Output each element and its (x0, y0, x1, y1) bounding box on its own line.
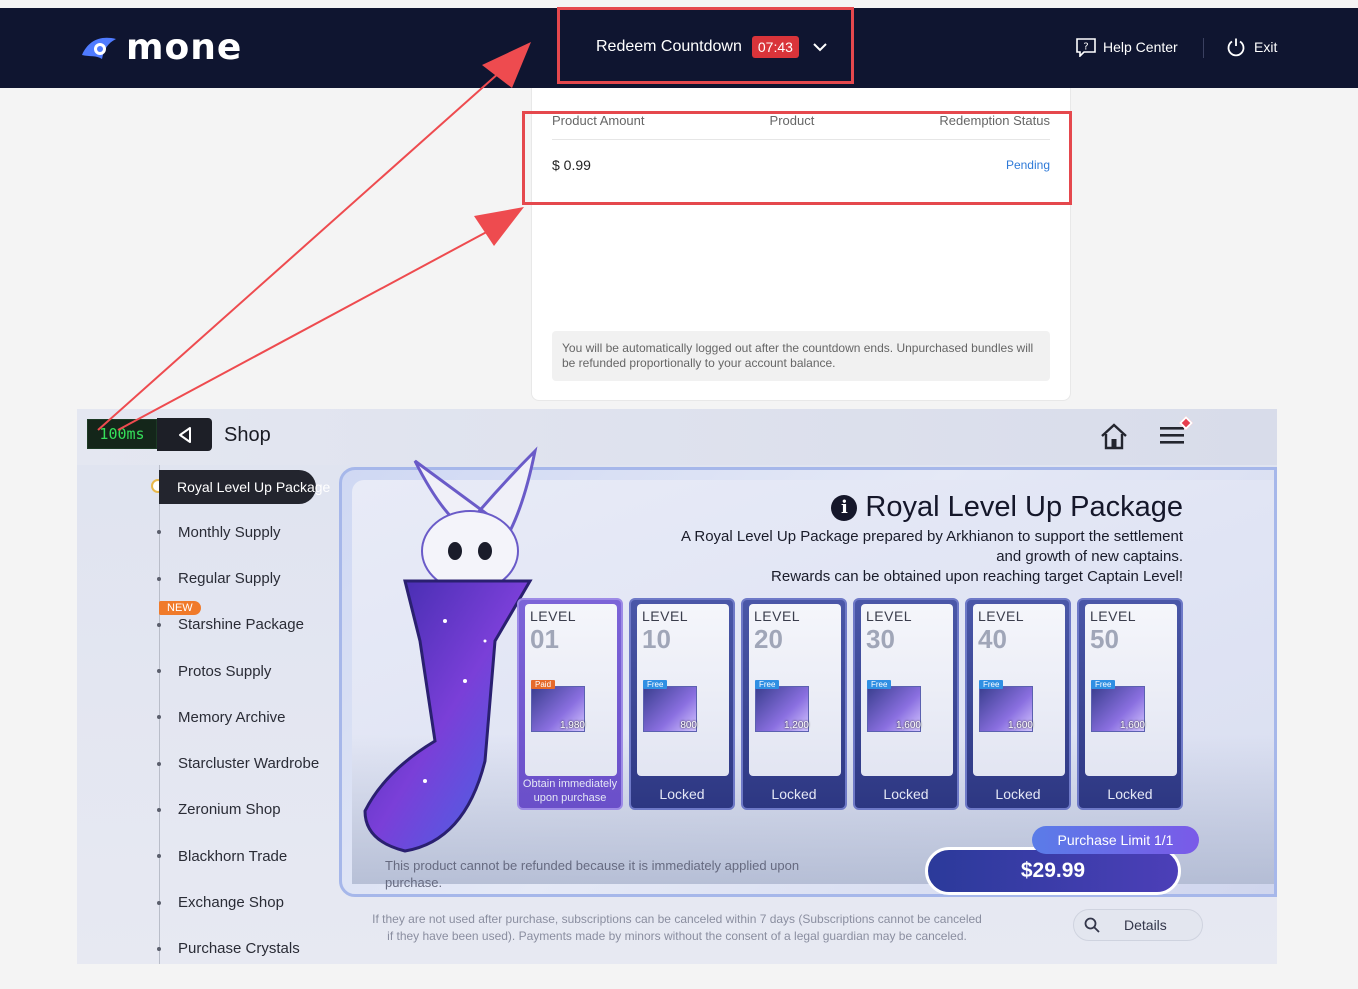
legal-footer-note: If they are not used after purchase, sub… (332, 911, 1022, 945)
card-level-label: LEVEL (1090, 608, 1137, 624)
sidebar-item-starshine-package[interactable]: Starshine Package (178, 616, 304, 633)
card-status: Locked (995, 786, 1041, 802)
sidebar-bullet (157, 715, 161, 719)
card-level-number: 50 (1090, 624, 1119, 654)
shop-title: Shop (224, 424, 271, 446)
reward-card-level-50[interactable]: LEVEL 50 Free 1,600 Locked (1077, 598, 1183, 810)
reward-card-level-30[interactable]: LEVEL 30 Free 1,600 Locked (853, 598, 959, 810)
card-level-label: LEVEL (866, 608, 913, 624)
reward-card-level-20[interactable]: LEVEL 20 Free 1,200 Locked (741, 598, 847, 810)
card-level-number: 01 (530, 624, 559, 654)
sidebar-item-exchange-shop[interactable]: Exchange Shop (178, 894, 284, 911)
reward-quantity: 1,980 (559, 720, 585, 731)
purchase-price-button[interactable]: $29.99 (925, 847, 1181, 895)
nav-divider (1203, 38, 1204, 58)
sidebar-bullet (157, 623, 161, 627)
logout-notice: You will be automatically logged out aft… (552, 331, 1050, 381)
card-level-number: 40 (978, 624, 1007, 654)
shop-sidebar: Royal Level Up Package Monthly Supply Re… (77, 465, 332, 964)
sidebar-bullet (157, 762, 161, 766)
sidebar-item-royal-level-up-package[interactable]: Royal Level Up Package (159, 470, 330, 504)
card-level-number: 10 (642, 624, 671, 654)
sidebar-item-protos-supply[interactable]: Protos Supply (178, 663, 271, 680)
package-desc-line: Rewards can be obtained upon reaching ta… (771, 568, 1183, 585)
reward-quantity: 800 (680, 720, 697, 731)
card-level-label: LEVEL (530, 608, 577, 624)
free-tag: Free (1091, 680, 1116, 689)
package-title: i Royal Level Up Package (831, 491, 1183, 524)
reward-quantity: 1,200 (783, 720, 809, 731)
card-status: Locked (659, 786, 705, 802)
sidebar-bullet (157, 854, 161, 858)
free-tag: Free (979, 680, 1004, 689)
help-chat-icon: ? (1076, 38, 1096, 57)
legal-footer-line: if they have been used). Payments made b… (387, 929, 967, 943)
card-level-number: 20 (754, 624, 783, 654)
sidebar-item-regular-supply[interactable]: Regular Supply (178, 570, 281, 587)
package-title-text: Royal Level Up Package (865, 491, 1183, 523)
mone-logo-icon (82, 37, 116, 59)
details-button[interactable]: Details (1073, 909, 1203, 941)
paid-tag: Paid (531, 680, 556, 689)
reward-card-level-10[interactable]: LEVEL 10 Free 800 Locked (629, 598, 735, 810)
card-status: Locked (771, 786, 817, 802)
menu-icon[interactable] (1159, 423, 1185, 447)
reward-quantity: 1,600 (1119, 720, 1145, 731)
exit-button[interactable]: Exit (1226, 37, 1277, 57)
back-button[interactable] (157, 418, 212, 451)
sidebar-item-starcluster-wardrobe[interactable]: Starcluster Wardrobe (178, 755, 319, 772)
row-highlight-box (522, 111, 1072, 205)
countdown-highlight-box (557, 7, 854, 84)
card-level-number: 30 (866, 624, 895, 654)
refund-note: This product cannot be refunded because … (385, 858, 800, 890)
card-level-label: LEVEL (978, 608, 1025, 624)
annotation-arrow-line (117, 227, 495, 431)
sidebar-bullet (157, 901, 161, 905)
new-badge: NEW (159, 601, 201, 615)
search-icon (1084, 917, 1100, 933)
free-tag: Free (867, 680, 892, 689)
sidebar-item-blackhorn-trade[interactable]: Blackhorn Trade (178, 848, 287, 865)
back-arrow-icon (178, 426, 191, 443)
mone-logo[interactable]: mone (78, 30, 242, 66)
free-tag: Free (755, 680, 780, 689)
sidebar-bullet (157, 530, 161, 534)
annotation-arrowhead (474, 207, 524, 246)
card-status: Locked (1107, 786, 1153, 802)
sidebar-bullet (157, 669, 161, 673)
home-icon[interactable] (1099, 422, 1129, 450)
free-tag: Free (643, 680, 668, 689)
card-status: Obtain immediately upon purchase (522, 778, 618, 804)
svg-text:?: ? (1083, 42, 1088, 53)
help-center-link[interactable]: ? Help Center (1075, 37, 1178, 57)
reward-quantity: 1,600 (895, 720, 921, 731)
sidebar-item-memory-archive[interactable]: Memory Archive (178, 709, 286, 726)
card-level-label: LEVEL (642, 608, 689, 624)
annotation-arrow-line (97, 71, 501, 431)
logo-text: mone (126, 27, 243, 68)
latency-indicator: 100ms (87, 419, 157, 449)
card-status: Locked (883, 786, 929, 802)
sidebar-item-monthly-supply[interactable]: Monthly Supply (178, 524, 281, 541)
sidebar-bullet (157, 947, 161, 951)
sidebar-bullet (157, 808, 161, 812)
card-level-label: LEVEL (754, 608, 801, 624)
package-desc-line: and growth of new captains. (996, 548, 1183, 565)
info-icon[interactable]: i (831, 494, 858, 521)
reward-card-level-01[interactable]: LEVEL 01 Paid 1,980 Obtain immediately u… (517, 598, 623, 810)
package-desc-line: A Royal Level Up Package prepared by Ark… (681, 528, 1183, 545)
package-description: A Royal Level Up Package prepared by Ark… (583, 527, 1183, 587)
purchase-limit-badge: Purchase Limit 1/1 (1032, 826, 1199, 854)
sidebar-bullet (157, 577, 161, 581)
help-center-label: Help Center (1103, 39, 1178, 55)
game-shop-screenshot: 100ms Shop Royal Level Up Package Monthl… (77, 409, 1277, 964)
sidebar-item-purchase-crystals[interactable]: Purchase Crystals (178, 940, 300, 957)
reward-card-level-40[interactable]: LEVEL 40 Free 1,600 Locked (965, 598, 1071, 810)
details-label: Details (1124, 917, 1167, 933)
exit-label: Exit (1254, 39, 1278, 55)
reward-quantity: 1,600 (1007, 720, 1033, 731)
legal-footer-line: If they are not used after purchase, sub… (372, 912, 982, 926)
power-icon (1227, 38, 1245, 57)
sidebar-item-zeronium-shop[interactable]: Zeronium Shop (178, 801, 281, 818)
